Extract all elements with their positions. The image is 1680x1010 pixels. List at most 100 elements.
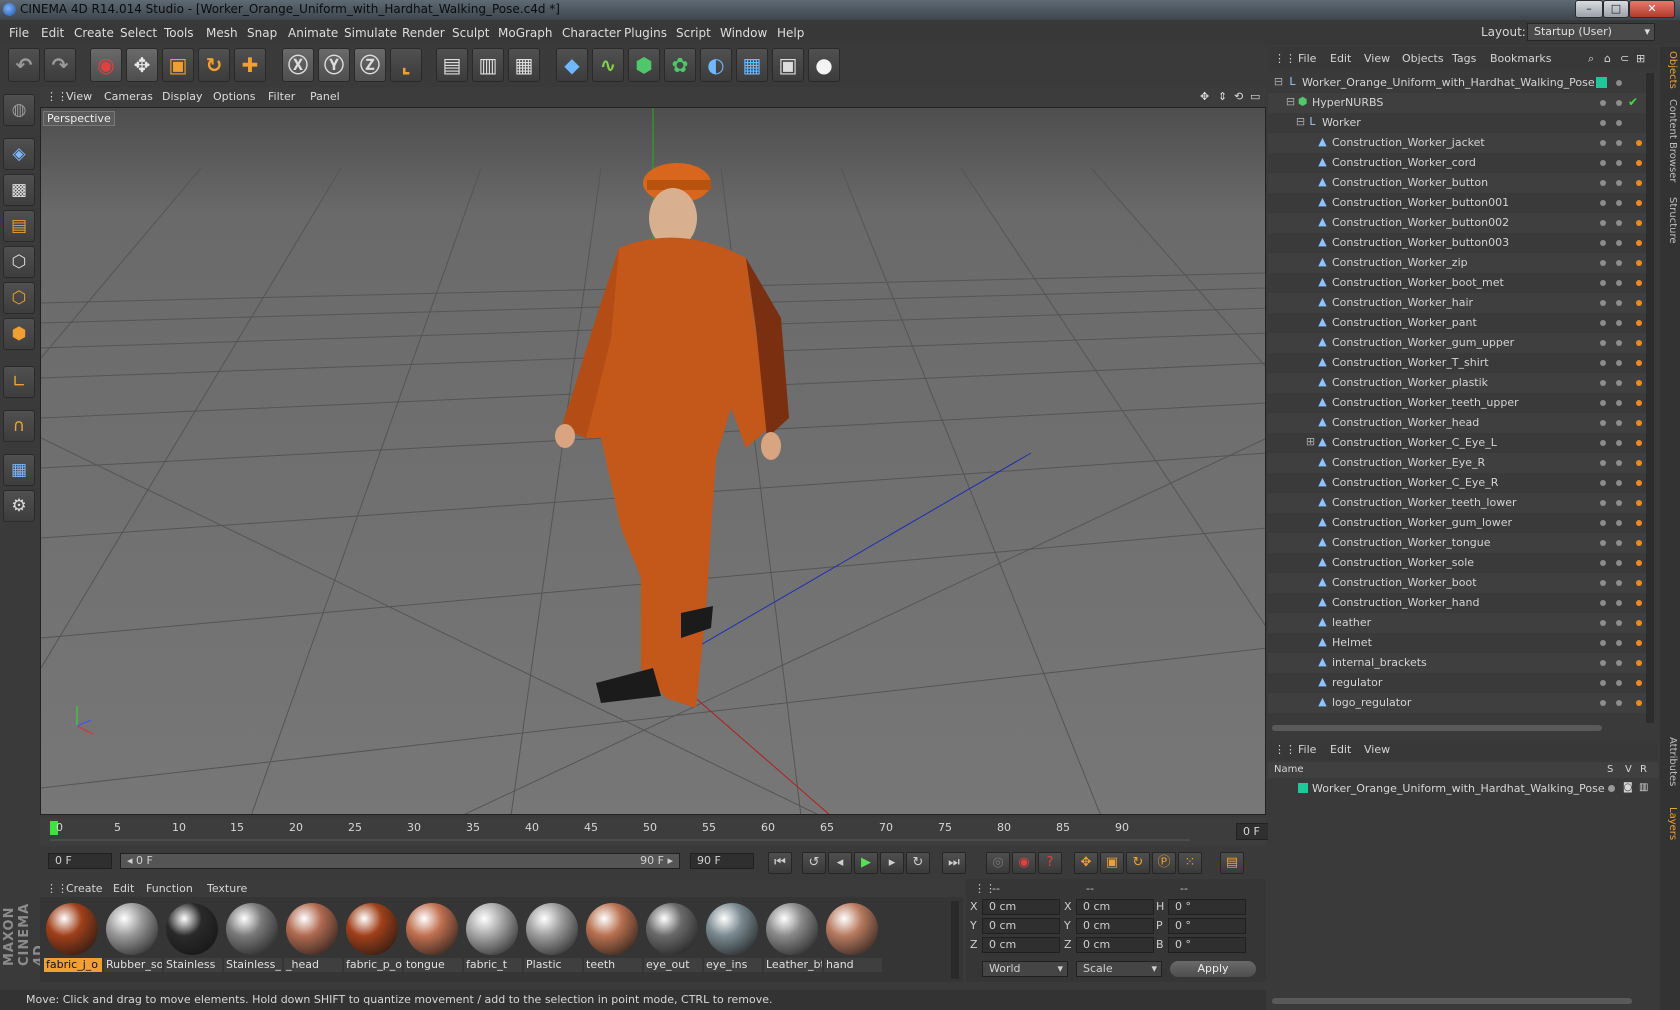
coord-value-field[interactable]: 0 ° [1168,918,1246,934]
coord-value-field[interactable]: 0 ° [1168,899,1246,915]
render-visibility-dot[interactable] [1616,120,1622,126]
editor-visibility-dot[interactable] [1600,320,1606,326]
minimize-button[interactable]: – [1575,0,1603,18]
spline-pen-icon[interactable]: ∿ [592,48,624,82]
object-h-scrollbar[interactable] [1272,725,1602,731]
texture-tag-icon[interactable] [1636,600,1642,606]
texture-tag-icon[interactable] [1636,300,1642,306]
mat-menu-edit[interactable]: Edit [113,882,134,895]
texture-tag-icon[interactable] [1636,420,1642,426]
object-row-item[interactable]: ▲ Construction_Worker_pant [1268,313,1653,333]
vp-menu-cameras[interactable]: Cameras [104,90,153,103]
material-swatch[interactable]: tongue [402,901,462,976]
texture-tag-icon[interactable] [1636,560,1642,566]
mat-menu-function[interactable]: Function [146,882,193,895]
render-visibility-dot[interactable] [1616,300,1622,306]
keyframe-selection-icon[interactable]: ? [1038,852,1062,874]
coord-value-field[interactable]: 0 cm [982,937,1060,953]
material-swatch[interactable]: Stainless [162,901,222,976]
render-visibility-dot[interactable] [1616,160,1622,166]
add-object-icon[interactable]: ✚ [234,48,266,82]
render-visibility-dot[interactable] [1616,400,1622,406]
editor-visibility-dot[interactable] [1600,560,1606,566]
collapse-icon[interactable]: ⊟ [1272,76,1285,89]
x-axis-lock-icon[interactable]: Ⓧ [282,48,314,82]
render-visibility-dot[interactable] [1616,100,1622,106]
object-row-item[interactable]: ⊞ ▲ Construction_Worker_C_Eye_L [1268,433,1653,453]
tab-structure[interactable]: Structure [1662,197,1678,244]
texture-tag-icon[interactable] [1636,160,1642,166]
texture-tag-icon[interactable] [1636,320,1642,326]
soft-selection-icon[interactable]: ⚙ [3,490,35,522]
object-row-item[interactable]: ▲ leather [1268,613,1653,633]
object-row-item[interactable]: ▲ Construction_Worker_hair [1268,293,1653,313]
menu-window[interactable]: Window [720,26,767,40]
tab-content-browser[interactable]: Content Browser [1662,99,1678,182]
editor-visibility-dot[interactable] [1600,520,1606,526]
obj-menu-view[interactable]: View [1364,52,1390,65]
render-visibility-dot[interactable] [1616,680,1622,686]
menu-help[interactable]: Help [777,26,804,40]
timeline-window-icon[interactable]: ▤ [1220,852,1244,874]
texture-mode-icon[interactable]: ▩ [3,174,35,206]
nurbs-icon[interactable]: ⬢ [628,48,660,82]
render-visibility-dot[interactable] [1616,80,1622,86]
render-visibility-dot[interactable] [1616,600,1622,606]
object-row-item[interactable]: ▲ Construction_Worker_button001 [1268,193,1653,213]
prev-frame-icon[interactable]: ◂ [828,852,852,874]
z-axis-lock-icon[interactable]: Ⓩ [354,48,386,82]
render-picture-viewer-icon[interactable]: ▥ [472,48,504,82]
tab-attributes[interactable]: Attributes [1662,737,1678,786]
model-mode-icon[interactable]: ◈ [3,138,35,170]
layer-row[interactable]: Worker_Orange_Uniform_with_Hardhat_Walki… [1268,780,1658,798]
texture-tag-icon[interactable] [1636,680,1642,686]
render-visibility-dot[interactable] [1616,260,1622,266]
pan-view-icon[interactable]: ✥ [1200,90,1209,103]
prev-key-icon[interactable]: ↺ [802,852,826,874]
object-v-scrollbar[interactable] [1646,73,1654,723]
obj-menu-objects[interactable]: Objects [1402,52,1444,65]
texture-tag-icon[interactable] [1636,260,1642,266]
editor-visibility-dot[interactable] [1600,420,1606,426]
menu-script[interactable]: Script [676,26,711,40]
polygons-mode-icon[interactable]: ⬢ [3,318,35,350]
obj-menu-tags[interactable]: Tags [1452,52,1476,65]
texture-tag-icon[interactable] [1636,180,1642,186]
layer-menu-file[interactable]: File [1298,743,1316,756]
key-position-icon[interactable]: ✥ [1074,852,1098,874]
material-swatch[interactable]: Rubber_so [102,901,162,976]
texture-tag-icon[interactable] [1636,380,1642,386]
camera-icon[interactable]: ▣ [772,48,804,82]
object-row-item[interactable]: ▲ Helmet [1268,633,1653,653]
render-visibility-dot[interactable] [1616,240,1622,246]
texture-tag-icon[interactable] [1636,360,1642,366]
close-button[interactable]: ✕ [1629,0,1675,18]
vp-menu-display[interactable]: Display [162,90,203,103]
editor-visibility-dot[interactable] [1600,540,1606,546]
home-icon[interactable]: ⌂ [1604,52,1611,65]
snap-magnet-icon[interactable]: ∩ [3,410,35,442]
record-active-icon[interactable]: ◎ [986,852,1010,874]
texture-tag-icon[interactable] [1636,340,1642,346]
next-frame-icon[interactable]: ▸ [880,852,904,874]
object-row-item[interactable]: ▲ internal_brackets [1268,653,1653,673]
vp-menu-options[interactable]: Options [213,90,255,103]
coord-value-field[interactable]: 0 cm [1076,937,1154,953]
material-swatch[interactable]: Stainless_ [222,901,282,976]
editor-visibility-dot[interactable] [1600,160,1606,166]
object-row-item[interactable]: ▲ Construction_Worker_T_shirt [1268,353,1653,373]
object-row-item[interactable]: ▲ Construction_Worker_Eye_R [1268,453,1653,473]
vp-menu-view[interactable]: View [66,90,92,103]
editor-visibility-dot[interactable] [1600,680,1606,686]
editor-visibility-dot[interactable] [1600,500,1606,506]
layer-render-icon[interactable]: ▥ [1639,782,1648,793]
material-swatch[interactable]: eye_ins [702,901,762,976]
object-row-root[interactable]: ⊟ L Worker_Orange_Uniform_with_Hardhat_Wal… [1268,73,1653,93]
texture-tag-icon[interactable] [1636,280,1642,286]
menu-animate[interactable]: Animate [288,26,338,40]
apply-button[interactable]: Apply [1170,961,1256,977]
render-view-icon[interactable]: ▤ [436,48,468,82]
obj-menu-edit[interactable]: Edit [1330,52,1351,65]
render-visibility-dot[interactable] [1616,520,1622,526]
redo-icon[interactable]: ↷ [44,48,76,82]
